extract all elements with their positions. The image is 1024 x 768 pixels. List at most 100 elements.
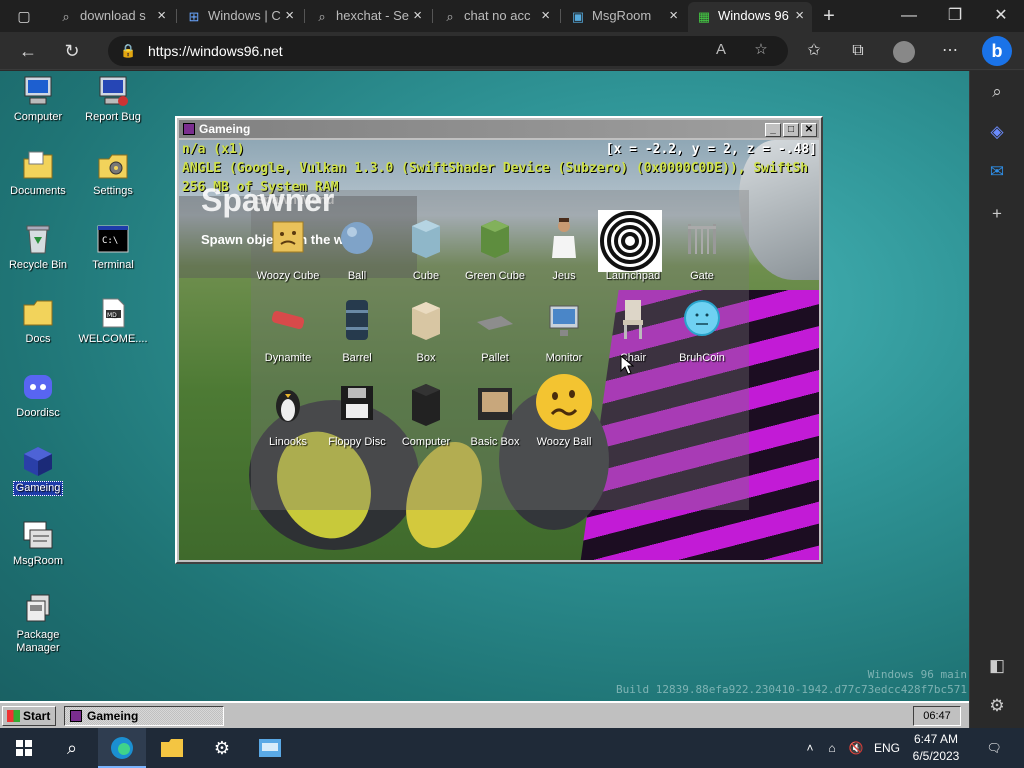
read-aloud-icon[interactable]: A bbox=[708, 37, 734, 63]
box-icon bbox=[412, 302, 440, 340]
spawn-item-linooks[interactable]: Linooks bbox=[253, 380, 323, 460]
system-clock[interactable]: 6:47 AM 6/5/2023 bbox=[908, 731, 964, 765]
sidebar-toggle-icon[interactable]: ◧ bbox=[984, 653, 1010, 679]
desktop-icon-terminal[interactable]: C:\ Terminal bbox=[73, 223, 153, 272]
browser-tab-6[interactable]: ▦ Windows 96 × bbox=[688, 2, 812, 32]
windows-start-icon[interactable] bbox=[0, 728, 48, 768]
spawn-item-bruhcoin[interactable]: BruhCoin bbox=[667, 296, 737, 376]
close-tab-icon[interactable]: × bbox=[795, 2, 804, 30]
minimize-icon[interactable]: — bbox=[886, 0, 932, 32]
browser-tab-5[interactable]: ▣ MsgRoom × bbox=[562, 2, 686, 32]
spawn-item-woozy-ball[interactable]: Woozy Ball bbox=[529, 374, 599, 460]
browser-tab-3[interactable]: ⌕ hexchat - Se × bbox=[306, 2, 430, 32]
spawn-item-floppy-disc[interactable]: Floppy Disc bbox=[322, 380, 392, 460]
chair-icon bbox=[623, 300, 643, 339]
window-close-button[interactable]: ✕ bbox=[801, 123, 817, 137]
start-button[interactable]: Start bbox=[2, 706, 56, 726]
desktop-icon-settings[interactable]: Settings bbox=[73, 149, 153, 198]
back-arrow-icon[interactable]: ← bbox=[14, 39, 42, 63]
add-sidebar-app-icon[interactable]: + bbox=[984, 201, 1010, 227]
desktop-icon-msgroom[interactable]: MsgRoom bbox=[0, 519, 78, 568]
desktop-icon-report-bug[interactable]: Report Bug bbox=[73, 75, 153, 124]
gameing-cube-icon bbox=[21, 445, 55, 477]
desktop-icon-computer[interactable]: Computer bbox=[0, 75, 78, 124]
spawn-item-computer[interactable]: Computer bbox=[391, 380, 461, 460]
spawn-item-gate[interactable]: Gate bbox=[667, 214, 737, 294]
desktop-icon-package-manager[interactable]: Package Manager bbox=[0, 593, 78, 655]
settings-gear-icon[interactable]: ⚙ bbox=[984, 693, 1010, 719]
search-icon[interactable]: ⌕ bbox=[48, 728, 96, 768]
profile-avatar[interactable] bbox=[893, 41, 915, 63]
favorite-star-icon[interactable]: ☆ bbox=[748, 37, 774, 63]
desktop-icon-recycle-bin[interactable]: Recycle Bin bbox=[0, 223, 78, 272]
edge-browser-icon[interactable] bbox=[98, 728, 146, 768]
network-icon[interactable]: ⌂ bbox=[822, 728, 842, 768]
hud-fps: n/a (x1) bbox=[182, 142, 245, 157]
browser-tab-2[interactable]: ⊞ Windows | C × bbox=[178, 2, 302, 32]
ball-icon bbox=[341, 222, 373, 254]
spawn-item-box[interactable]: Box bbox=[391, 296, 461, 376]
tab-title: hexchat - Se bbox=[336, 8, 409, 23]
gameing-title-bar[interactable]: Gameing _ □ ✕ bbox=[179, 120, 819, 138]
spawn-item-basic-box[interactable]: Basic Box bbox=[460, 380, 530, 460]
taskbar-button-gameing[interactable]: Gameing bbox=[64, 706, 224, 726]
hud-renderer: ANGLE (Google, Vulkan 1.3.0 (SwiftShader… bbox=[182, 161, 809, 176]
chevron-up-icon[interactable]: ˄ bbox=[800, 728, 820, 768]
close-tab-icon[interactable]: × bbox=[157, 2, 166, 30]
spawn-item-jeus[interactable]: Jeus bbox=[529, 214, 599, 294]
gameing-cube-icon bbox=[70, 710, 82, 722]
gameing-window[interactable]: Gameing _ □ ✕ n/a (x1) [x = -2.2, y = 2,… bbox=[175, 116, 823, 564]
settings-gear-icon[interactable]: ⚙ bbox=[198, 728, 246, 768]
windows96-logo-icon bbox=[7, 710, 20, 722]
close-window-icon[interactable]: ✕ bbox=[978, 0, 1024, 32]
spawn-item-barrel[interactable]: Barrel bbox=[322, 296, 392, 376]
w96-clock: 06:47 bbox=[913, 706, 961, 726]
window-maximize-button[interactable]: □ bbox=[783, 123, 799, 137]
spawn-item-monitor[interactable]: Monitor bbox=[529, 296, 599, 376]
msgroom-icon bbox=[21, 519, 55, 551]
refresh-icon[interactable]: ↻ bbox=[58, 39, 86, 63]
window-minimize-button[interactable]: _ bbox=[765, 123, 781, 137]
close-tab-icon[interactable]: × bbox=[669, 2, 678, 30]
spawn-item-green-cube[interactable]: Green Cube bbox=[460, 214, 530, 294]
url-field[interactable]: 🔒 https://windows96.net bbox=[108, 36, 788, 66]
spawn-item-launchpad[interactable]: Launchpad bbox=[598, 210, 668, 294]
spawn-item-cube[interactable]: Cube bbox=[391, 214, 461, 294]
tab-title: chat no acc bbox=[464, 8, 531, 23]
browser-tab-4[interactable]: ⌕ chat no acc × bbox=[434, 2, 558, 32]
more-menu-icon[interactable]: ⋯ bbox=[936, 38, 964, 64]
search-icon[interactable]: ⌕ bbox=[984, 79, 1010, 105]
desktop-icon-welcome[interactable]: MD WELCOME.... bbox=[73, 297, 153, 346]
close-tab-icon[interactable]: × bbox=[285, 2, 294, 30]
w96-taskbar: Start Gameing 06:47 bbox=[0, 701, 969, 728]
outlook-icon[interactable]: ✉ bbox=[984, 159, 1010, 185]
build-watermark-line2: Build 12839.88efa922.230410-1942.d77c73e… bbox=[616, 683, 967, 696]
spawn-item-dynamite[interactable]: Dynamite bbox=[253, 296, 323, 376]
notifications-icon[interactable]: 🗨 bbox=[982, 728, 1006, 768]
browser-tab-bar: ▢ ⌕ download s × ⊞ Windows | C × ⌕ hexch… bbox=[0, 0, 1024, 32]
close-tab-icon[interactable]: × bbox=[541, 2, 550, 30]
language-indicator[interactable]: ENG bbox=[870, 728, 904, 768]
new-tab-icon[interactable]: + bbox=[817, 6, 841, 26]
tab-actions-icon[interactable]: ▢ bbox=[12, 6, 36, 26]
spawn-item-ball[interactable]: Ball bbox=[322, 214, 392, 294]
close-tab-icon[interactable]: × bbox=[413, 2, 422, 30]
spawn-item-woozy-cube[interactable]: Woozy Cube bbox=[253, 214, 323, 294]
search-icon: ⌕ bbox=[318, 9, 326, 24]
lock-icon: 🔒 bbox=[120, 43, 137, 58]
favorites-icon[interactable]: ✩ bbox=[800, 38, 828, 64]
bing-copilot-icon[interactable]: b bbox=[982, 36, 1012, 66]
volume-muted-icon[interactable]: 🔇 bbox=[846, 728, 866, 768]
desktop-icon-docs[interactable]: Docs bbox=[0, 297, 78, 346]
desktop-icon-doordisc[interactable]: Doordisc bbox=[0, 371, 78, 420]
game-viewport[interactable]: n/a (x1) [x = -2.2, y = 2, z = -.48] ANG… bbox=[179, 140, 819, 560]
restore-icon[interactable]: ❐ bbox=[932, 0, 978, 32]
desktop-icon-gameing[interactable]: Gameing bbox=[0, 445, 78, 496]
office-icon[interactable]: ◈ bbox=[984, 119, 1010, 145]
desktop-icon-documents[interactable]: Documents bbox=[0, 149, 78, 198]
collections-icon[interactable]: ⧉ bbox=[844, 38, 872, 64]
spawn-item-pallet[interactable]: Pallet bbox=[460, 296, 530, 376]
file-explorer-icon[interactable] bbox=[148, 728, 196, 768]
control-panel-icon[interactable] bbox=[246, 728, 294, 768]
browser-tab-1[interactable]: ⌕ download s × bbox=[50, 2, 174, 32]
